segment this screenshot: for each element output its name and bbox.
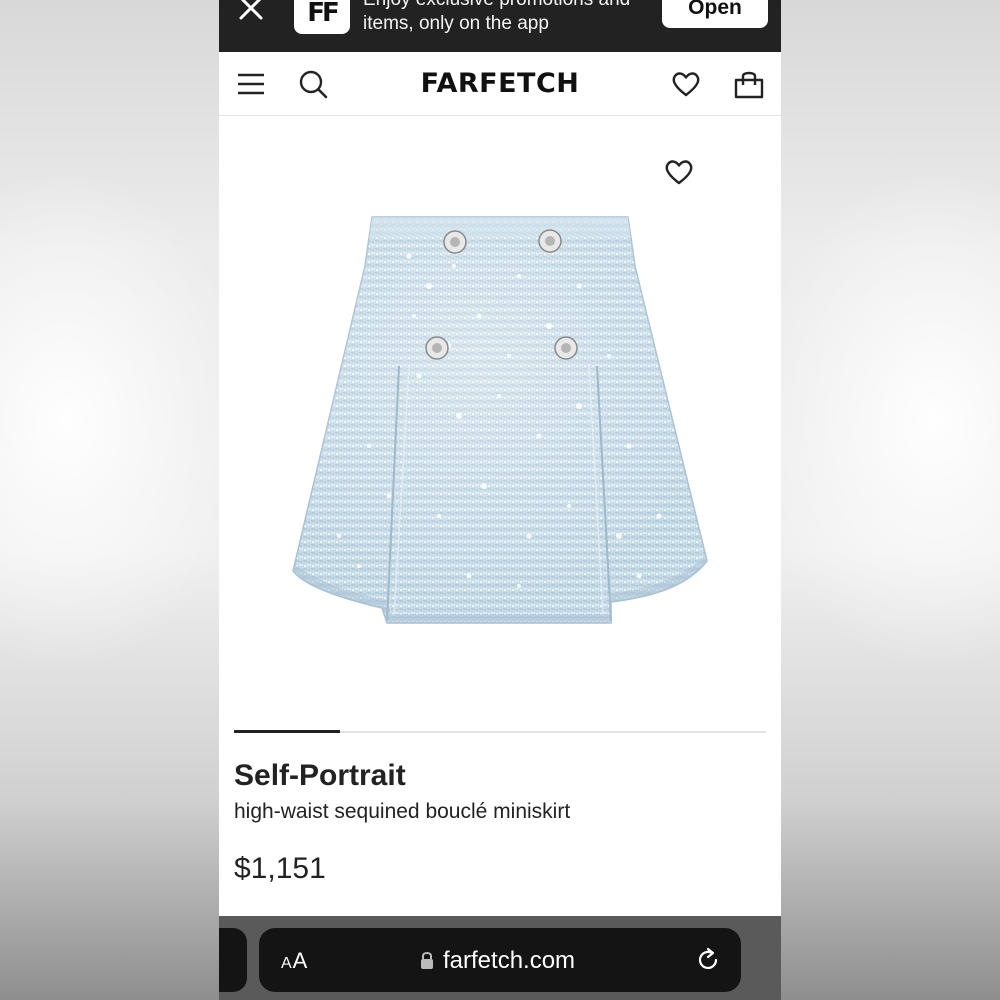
phone-screen: FF Enjoy exclusive promotions and items,… (219, 0, 781, 1000)
banner-line-2: items, only on the app (363, 13, 549, 34)
close-icon[interactable] (237, 0, 265, 22)
app-logo: FF (294, 0, 350, 34)
image-carousel-progress[interactable] (234, 730, 766, 733)
app-logo-text: FF (307, 0, 339, 28)
carousel-progress-indicator (234, 730, 341, 733)
browser-toolbar: AA farfetch.com (219, 916, 781, 1000)
url-text: farfetch.com (443, 947, 576, 974)
shopping-bag-icon[interactable] (733, 68, 765, 100)
text-size-large: A (292, 948, 309, 973)
banner-line-1: Enjoy exclusive promotions and (363, 0, 663, 12)
background-left (0, 0, 219, 1000)
banner-message: Enjoy exclusive promotions and items, on… (363, 0, 663, 36)
product-description: high-waist sequined bouclé miniskirt (234, 800, 571, 823)
wishlist-icon[interactable] (670, 68, 702, 100)
text-size-button[interactable]: AA (281, 948, 308, 974)
product-price: $1,151 (234, 852, 326, 885)
reload-icon[interactable] (695, 947, 721, 973)
lock-icon (421, 952, 433, 969)
add-to-wishlist-icon[interactable] (663, 156, 695, 188)
text-size-small: A (281, 955, 293, 972)
product-brand[interactable]: Self-Portrait (234, 759, 406, 793)
address-bar[interactable]: AA farfetch.com (259, 928, 741, 992)
open-app-button[interactable]: Open (662, 0, 768, 28)
app-banner: FF Enjoy exclusive promotions and items,… (219, 0, 781, 52)
site-header: FARFETCH (219, 52, 781, 116)
skirt-image (292, 216, 708, 624)
product-image[interactable] (219, 116, 781, 728)
background-right (781, 0, 1000, 1000)
previous-tab-peek[interactable] (219, 928, 247, 992)
